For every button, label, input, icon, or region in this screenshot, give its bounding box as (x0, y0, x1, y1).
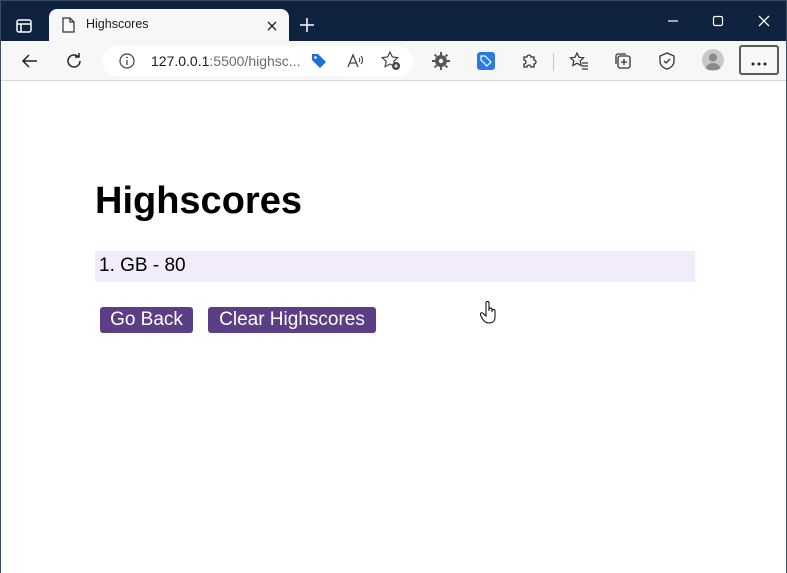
tab-title: Highscores (86, 17, 149, 31)
toolbar-divider (553, 53, 554, 71)
maximize-icon[interactable] (708, 13, 728, 29)
extensions-puzzle-icon[interactable] (519, 50, 541, 72)
hand-cursor-icon (479, 300, 498, 324)
collections-icon[interactable] (612, 50, 634, 72)
new-tab-icon[interactable] (297, 15, 317, 35)
close-icon[interactable] (265, 18, 279, 32)
highscore-item: 1. GB - 80 (95, 251, 695, 282)
page-title: Highscores (95, 180, 302, 222)
highscore-list: 1. GB - 80 (95, 251, 695, 282)
tab-actions-icon[interactable] (11, 13, 37, 39)
more-options-button[interactable] (739, 45, 779, 75)
address-url[interactable]: 127.0.0.1:5500/highsc... (151, 53, 300, 69)
minimize-icon[interactable] (663, 13, 683, 29)
info-icon[interactable] (118, 52, 136, 70)
close-window-icon[interactable] (754, 13, 774, 29)
refresh-icon[interactable] (63, 50, 85, 72)
back-arrow-icon[interactable] (19, 50, 41, 72)
browser-toolbar: 127.0.0.1:5500/highsc... (1, 41, 786, 81)
browser-window: Highscores 127.0.0.1:5500/highsc... High… (0, 0, 787, 573)
read-aloud-icon[interactable] (344, 50, 366, 72)
favorites-icon[interactable] (568, 50, 590, 72)
url-host: 127.0.0.1 (151, 53, 210, 69)
tag-icon[interactable] (308, 50, 330, 72)
browser-essentials-icon[interactable] (656, 50, 678, 72)
ellipsis-icon (751, 51, 767, 70)
tag-extension-icon[interactable] (475, 50, 497, 72)
page-content: Highscores 1. GB - 80 Go Back Clear High… (1, 82, 786, 573)
profile-avatar[interactable] (702, 49, 724, 71)
title-bar: Highscores (1, 1, 786, 42)
go-back-button[interactable]: Go Back (100, 307, 193, 333)
url-path: :5500/highsc... (209, 53, 301, 69)
clear-highscores-button[interactable]: Clear Highscores (208, 307, 376, 333)
page-icon (61, 17, 75, 33)
tab-highscores[interactable]: Highscores (49, 9, 289, 42)
address-bar[interactable]: 127.0.0.1:5500/highsc... (102, 46, 413, 76)
extension-gear-icon[interactable] (430, 50, 452, 72)
favorite-add-icon[interactable] (380, 50, 402, 72)
